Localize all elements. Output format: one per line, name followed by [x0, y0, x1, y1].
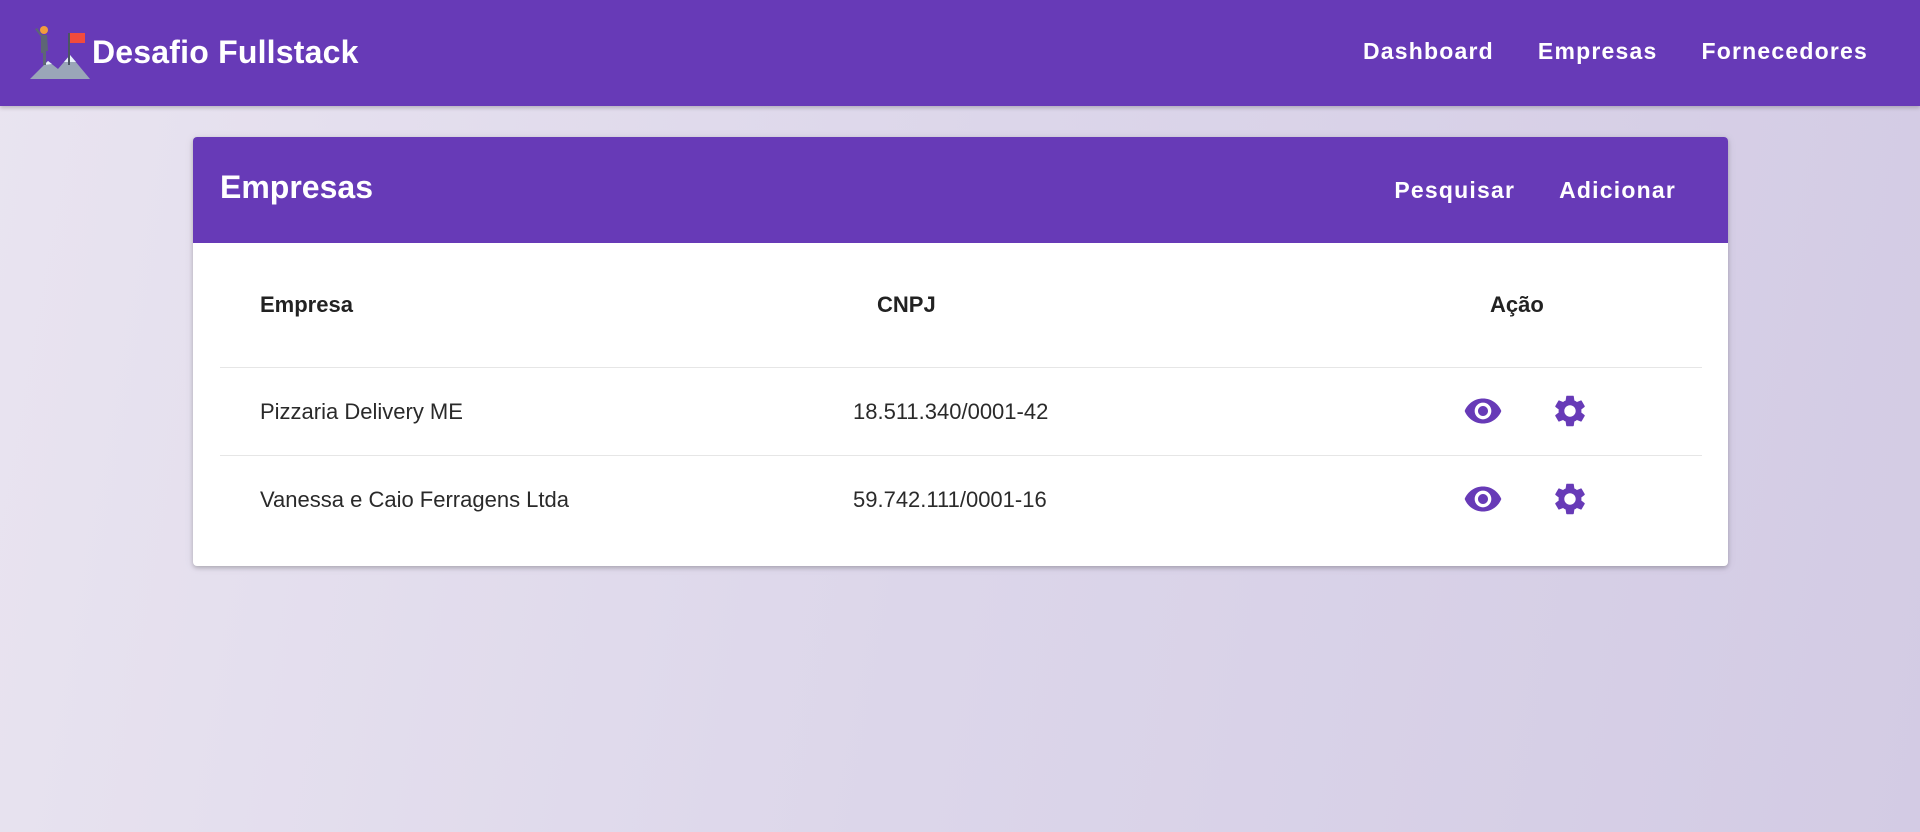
nav-dashboard[interactable]: Dashboard: [1341, 30, 1516, 73]
gear-icon: [1555, 395, 1585, 427]
column-header-cnpj: CNPJ: [877, 292, 936, 317]
eye-icon: [1464, 398, 1502, 424]
table-row: Pizzaria Delivery ME 18.511.340/0001-42: [220, 367, 1702, 455]
column-header-acao: Ação: [1490, 292, 1544, 317]
main-nav: Dashboard Empresas Fornecedores: [1341, 30, 1868, 73]
mountain-flag-icon: [30, 26, 90, 79]
companies-table: Empresa CNPJ Ação Pizzaria Delivery ME 1…: [220, 243, 1702, 543]
nav-fornecedores[interactable]: Fornecedores: [1679, 30, 1868, 73]
column-header-empresa: Empresa: [260, 292, 353, 317]
company-name: Pizzaria Delivery ME: [260, 398, 463, 424]
app-title: Desafio Fullstack: [92, 33, 359, 70]
card-actions: Pesquisar Adicionar: [1372, 173, 1698, 208]
brand[interactable]: Desafio Fullstack: [30, 22, 359, 82]
gear-icon: [1555, 483, 1585, 515]
card-title: Empresas: [220, 169, 373, 205]
app-bar: Desafio Fullstack Dashboard Empresas For…: [0, 0, 1920, 106]
settings-button[interactable]: [1549, 390, 1591, 432]
company-cnpj: 18.511.340/0001-42: [853, 398, 1049, 424]
table-row: Vanessa e Caio Ferragens Ltda 59.742.111…: [220, 455, 1702, 543]
settings-button[interactable]: [1549, 478, 1591, 520]
add-button[interactable]: Adicionar: [1537, 173, 1698, 208]
view-button[interactable]: [1462, 478, 1504, 520]
companies-card: Empresas Pesquisar Adicionar Empresa CNP…: [193, 137, 1728, 566]
eye-icon: [1464, 486, 1502, 512]
search-button[interactable]: Pesquisar: [1372, 173, 1537, 208]
company-cnpj: 59.742.111/0001-16: [853, 486, 1047, 512]
company-name: Vanessa e Caio Ferragens Ltda: [260, 486, 569, 512]
table-header: Empresa CNPJ Ação: [220, 243, 1702, 367]
nav-empresas[interactable]: Empresas: [1516, 30, 1680, 73]
card-header: Empresas Pesquisar Adicionar: [193, 137, 1728, 243]
view-button[interactable]: [1462, 390, 1504, 432]
